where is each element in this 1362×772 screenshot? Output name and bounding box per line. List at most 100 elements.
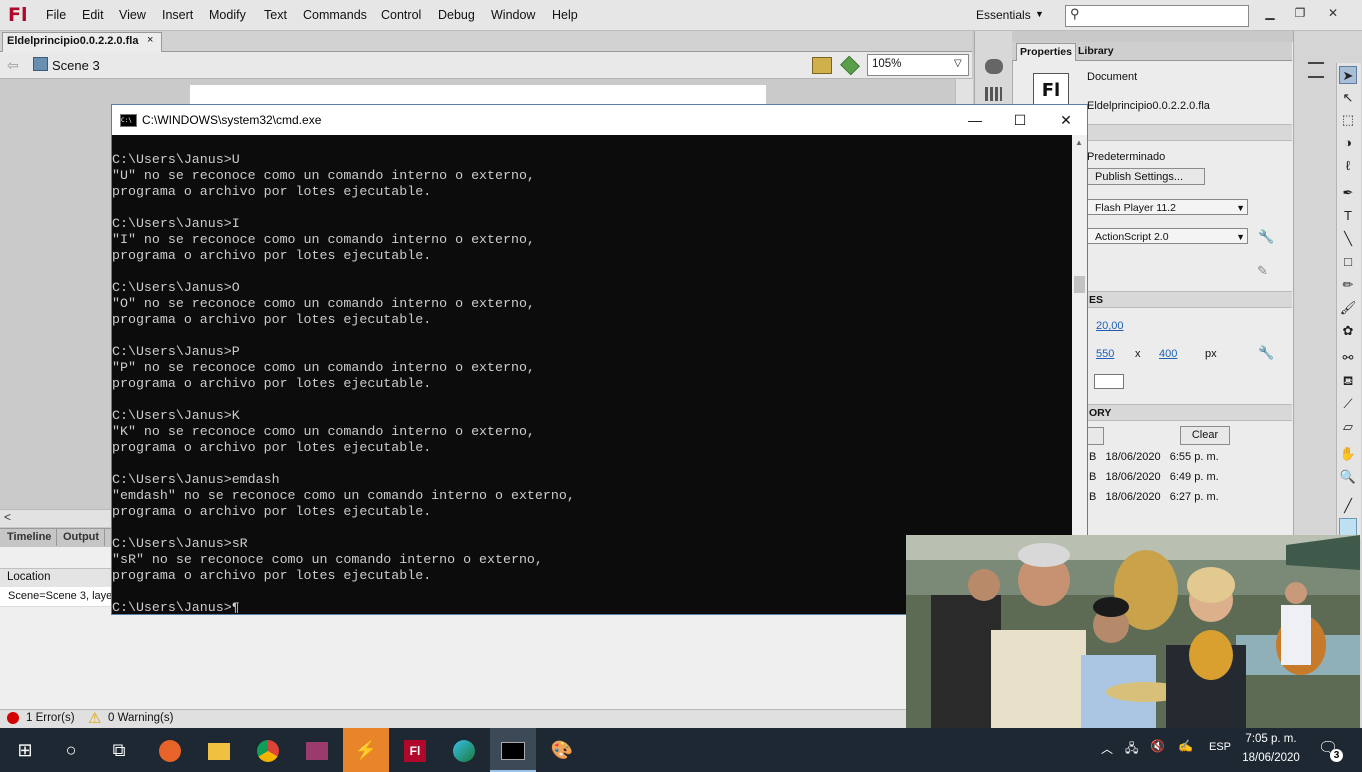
menu-edit[interactable]: Edit — [82, 8, 104, 22]
menu-help[interactable]: Help — [552, 8, 578, 22]
selection-tool-icon[interactable]: ➤ — [1339, 66, 1357, 84]
tray-overflow-icon[interactable]: ︿ — [1101, 740, 1113, 757]
cmd-minimize-button[interactable]: — — [955, 109, 995, 131]
file-explorer-icon[interactable] — [196, 728, 242, 772]
fill-color-icon[interactable] — [1339, 518, 1357, 536]
network-icon[interactable]: 🖧 — [1125, 739, 1138, 760]
size-unit: px — [1205, 348, 1217, 360]
subselection-tool-icon[interactable]: ↖ — [1339, 89, 1357, 107]
clear-history-button[interactable]: Clear — [1180, 426, 1230, 445]
tab-properties[interactable]: Properties — [1016, 43, 1076, 61]
error-icon — [7, 712, 19, 724]
pen-workspace-icon[interactable]: ✍ — [1178, 739, 1193, 753]
menu-control[interactable]: Control — [381, 8, 421, 22]
size-settings-wrench-icon[interactable]: 🔧 — [1258, 345, 1274, 361]
size-separator: x — [1135, 348, 1141, 360]
app-minimize-button[interactable]: ▁ — [1255, 2, 1285, 24]
panel-menu-icon[interactable] — [1308, 62, 1324, 78]
clock-date[interactable]: 18/06/2020 — [1241, 752, 1301, 764]
player-value: Flash Player 11.2 — [1095, 202, 1176, 214]
warning-icon: ⚠ — [88, 710, 102, 727]
eyedropper-tool-icon[interactable]: ⟋ — [1339, 395, 1357, 413]
stroke-color-icon[interactable]: ╱ — [1339, 497, 1357, 515]
menu-modify[interactable]: Modify — [209, 8, 246, 22]
windows-start-icon[interactable]: ⊞ — [2, 728, 48, 772]
hand-tool-icon[interactable]: ✋ — [1339, 445, 1357, 463]
warning-count: 0 Warning(s) — [108, 712, 174, 724]
paint-icon[interactable]: 🎨 — [539, 728, 585, 772]
list-item: B 18/06/2020 6:27 p. m. — [1089, 491, 1219, 503]
cmd-close-button[interactable]: ✕ — [1046, 109, 1086, 131]
swatches-grid-icon[interactable] — [985, 87, 1002, 101]
stage-height-value[interactable]: 400 — [1159, 348, 1177, 360]
chevron-down-icon: ▼ — [1236, 203, 1245, 213]
chevron-down-icon[interactable]: ▽ — [954, 58, 962, 69]
script-select[interactable]: ActionScript 2.0 ▼ — [1087, 228, 1248, 244]
rectangle-tool-icon[interactable]: □ — [1339, 253, 1357, 271]
brush-tool-icon[interactable]: 🖌 — [1339, 299, 1357, 317]
scroll-left-icon[interactable]: < — [4, 510, 11, 524]
zoom-value[interactable]: 105% — [872, 58, 901, 70]
cmd-scrollbar-thumb[interactable] — [1074, 276, 1085, 293]
document-type-label: Document — [1087, 71, 1138, 83]
chrome-icon[interactable] — [245, 728, 291, 772]
stage[interactable] — [190, 85, 766, 105]
free-transform-tool-icon[interactable]: ⬚ — [1339, 111, 1357, 129]
actionscript-settings-wrench-icon[interactable]: 🔧 — [1258, 229, 1274, 245]
cmd-taskbar-icon[interactable] — [490, 728, 536, 772]
bone-tool-icon[interactable]: ⚯ — [1339, 349, 1357, 367]
menu-commands[interactable]: Commands — [303, 8, 367, 22]
publish-settings-button[interactable]: Publish Settings... — [1087, 168, 1205, 185]
history-log-button[interactable] — [1087, 427, 1104, 445]
error-count: 1 Error(s) — [26, 712, 75, 724]
fps-value[interactable]: 20,00 — [1096, 320, 1124, 332]
line-tool-icon[interactable]: ╲ — [1339, 230, 1357, 248]
tab-output[interactable]: Output — [58, 529, 106, 546]
volume-muted-icon[interactable]: 🔇 — [1150, 739, 1165, 753]
pencil-tool-icon[interactable]: ✏ — [1339, 276, 1357, 294]
pen-tool-icon[interactable]: ✒ — [1339, 184, 1357, 202]
stage-width-value[interactable]: 550 — [1096, 348, 1114, 360]
close-tab-icon[interactable]: × — [147, 34, 153, 46]
flash-pro-icon[interactable]: ⚡ — [343, 728, 389, 772]
menu-window[interactable]: Window — [491, 8, 535, 22]
menu-insert[interactable]: Insert — [162, 8, 193, 22]
media-player-icon[interactable] — [294, 728, 340, 772]
help-search-input[interactable] — [1065, 5, 1249, 27]
task-view-icon[interactable]: ⧉ — [96, 728, 142, 772]
app-close-button[interactable]: ✕ — [1318, 2, 1348, 24]
menu-text[interactable]: Text — [264, 8, 287, 22]
workspace-switcher[interactable]: Essentials — [976, 8, 1031, 22]
language-indicator[interactable]: ESP — [1209, 741, 1231, 753]
edit-scene-icon[interactable] — [812, 57, 832, 74]
eraser-tool-icon[interactable]: ▱ — [1339, 418, 1357, 436]
tab-timeline[interactable]: Timeline — [2, 529, 58, 546]
edit-class-pencil-icon[interactable]: ✎ — [1257, 263, 1268, 279]
video-player-overlay[interactable] — [906, 535, 1360, 728]
flash-player-icon[interactable]: Fl — [392, 728, 438, 772]
lasso-tool-icon[interactable]: ℓ — [1339, 157, 1357, 175]
menu-debug[interactable]: Debug — [438, 8, 475, 22]
menu-file[interactable]: File — [46, 8, 66, 22]
app-restore-button[interactable]: ❐ — [1285, 2, 1315, 24]
menu-view[interactable]: View — [119, 8, 146, 22]
search-circle-icon[interactable]: ○ — [48, 728, 94, 772]
color-palette-icon[interactable] — [985, 59, 1003, 74]
stage-color-swatch[interactable] — [1094, 374, 1124, 389]
scroll-up-icon[interactable]: ▲ — [1075, 138, 1083, 147]
text-tool-icon[interactable]: T — [1339, 207, 1357, 225]
player-select[interactable]: Flash Player 11.2 ▼ — [1087, 199, 1248, 215]
notification-count-badge: 3 — [1330, 749, 1343, 762]
edge-icon[interactable] — [441, 728, 487, 772]
firefox-icon[interactable] — [147, 728, 193, 772]
clock-time[interactable]: 7:05 p. m. — [1241, 733, 1301, 745]
tab-library[interactable]: Library — [1078, 43, 1114, 60]
paint-bucket-tool-icon[interactable]: ⛾ — [1339, 372, 1357, 390]
document-tab-label[interactable]: Eldelprincipio0.0.2.2.0.fla — [7, 35, 138, 47]
zoom-tool-icon[interactable]: 🔍 — [1339, 468, 1357, 486]
chevron-down-icon[interactable]: ▼ — [1035, 9, 1044, 19]
3d-rotation-tool-icon[interactable]: ◑ — [1339, 134, 1357, 152]
cmd-maximize-button[interactable]: ☐ — [1000, 109, 1040, 131]
back-arrow-icon[interactable]: ⇦ — [7, 57, 19, 74]
deco-tool-icon[interactable]: ✿ — [1339, 322, 1357, 340]
